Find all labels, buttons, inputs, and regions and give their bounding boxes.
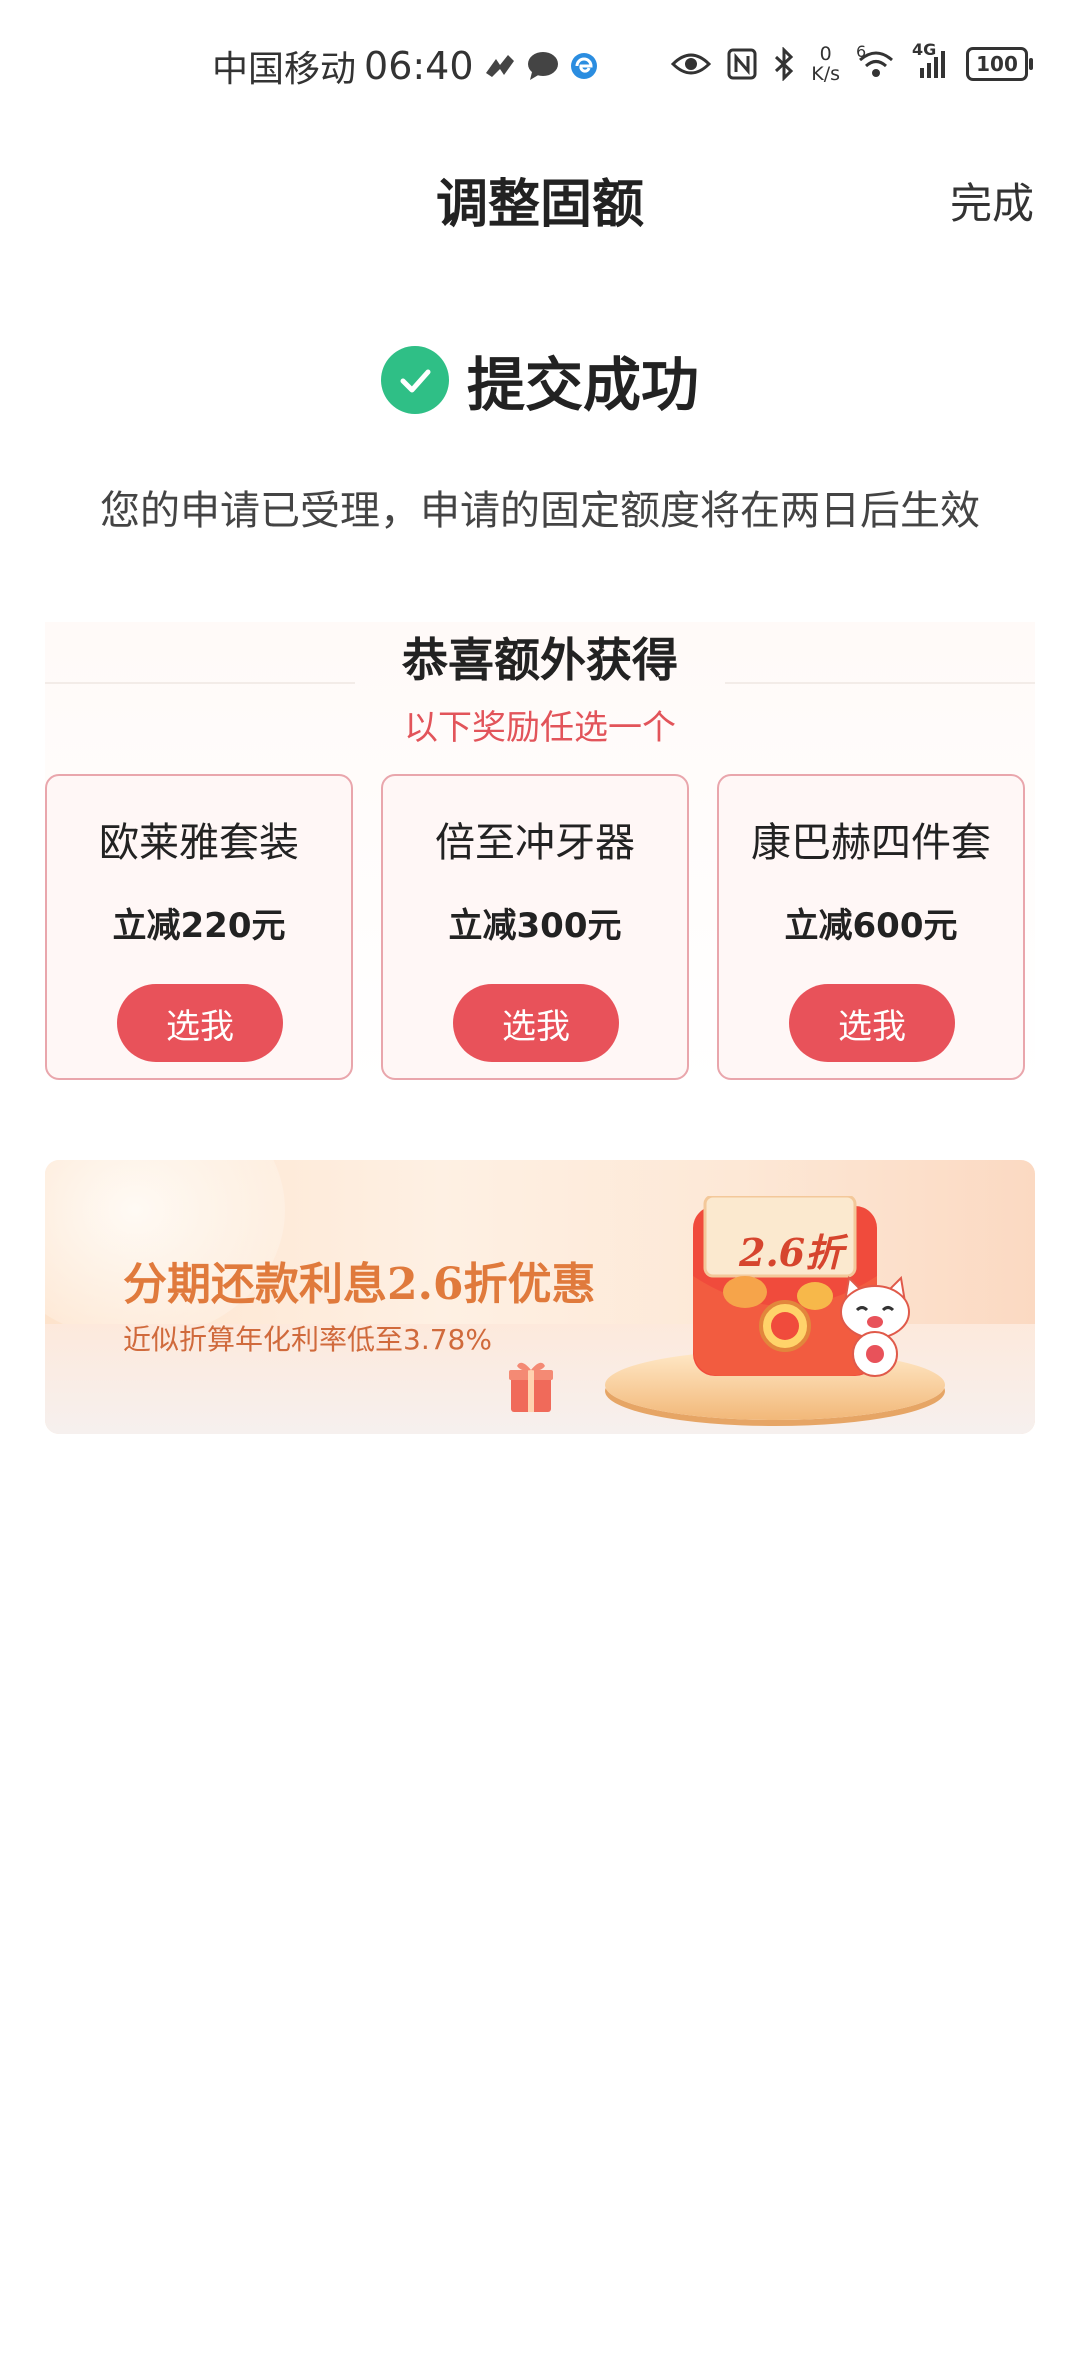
success-status: 提交成功 bbox=[0, 338, 1080, 422]
reward-section: 恭喜额外获得 以下奖励任选一个 欧莱雅套装 立减220元 选我 倍至冲牙器 立减… bbox=[45, 622, 1035, 1092]
discount-badge: 2.6折 bbox=[739, 1230, 844, 1275]
reward-discount: 立减600元 bbox=[784, 906, 958, 946]
status-bar: 中国移动 06:40 0 K/s 6 4G 100 bbox=[0, 0, 1080, 130]
cellular-label: 4G bbox=[912, 40, 937, 59]
reward-name: 倍至冲牙器 bbox=[435, 820, 635, 866]
check-mark-icon bbox=[400, 369, 431, 393]
bluetooth-icon bbox=[775, 47, 794, 81]
status-right: 0 K/s 6 4G 100 bbox=[671, 40, 1033, 84]
done-button[interactable]: 完成 bbox=[950, 170, 1034, 231]
reward-card: 康巴赫四件套 立减600元 选我 bbox=[717, 774, 1025, 1080]
wifi-indicator: 6 bbox=[856, 42, 896, 80]
success-title: 提交成功 bbox=[466, 351, 699, 419]
gift-icon bbox=[509, 1362, 553, 1412]
reward-subtitle: 以下奖励任选一个 bbox=[404, 708, 676, 748]
select-reward-button[interactable]: 选我 bbox=[453, 984, 619, 1062]
clock: 06:40 bbox=[364, 44, 474, 88]
reward-card-list: 欧莱雅套装 立减220元 选我 倍至冲牙器 立减300元 选我 康巴赫四件套 立… bbox=[45, 774, 1035, 1080]
promo-banner[interactable]: 分期还款利息2.6折优惠 近似折算年化利率低至3.78% 2.6折 bbox=[45, 1160, 1035, 1434]
check-icon bbox=[380, 346, 449, 414]
page-title: 调整固额 bbox=[435, 175, 644, 235]
reward-discount: 立减300元 bbox=[448, 906, 622, 946]
app-notification-icon bbox=[485, 55, 514, 77]
status-left: 中国移动 06:40 bbox=[212, 40, 600, 92]
nfc-icon bbox=[727, 48, 757, 80]
reward-name: 欧莱雅套装 bbox=[99, 820, 299, 866]
eye-icon bbox=[671, 53, 712, 75]
success-description: 您的申请已受理，申请的固定额度将在两日后生效 bbox=[100, 488, 980, 534]
select-reward-button[interactable]: 选我 bbox=[789, 984, 955, 1062]
cellular-indicator: 4G bbox=[912, 40, 950, 80]
message-icon bbox=[527, 52, 558, 80]
reward-name: 康巴赫四件套 bbox=[751, 820, 991, 866]
browser-icon bbox=[570, 53, 597, 79]
reward-title: 恭喜额外获得 bbox=[402, 633, 678, 687]
select-reward-button[interactable]: 选我 bbox=[117, 984, 283, 1062]
reward-discount: 立减220元 bbox=[112, 906, 286, 946]
battery-icon: 100 bbox=[966, 47, 1033, 81]
carrier-label: 中国移动 bbox=[212, 49, 357, 90]
network-speed: 0 K/s bbox=[811, 44, 840, 84]
banner-subtitle: 近似折算年化利率低至3.78% bbox=[123, 1323, 492, 1356]
reward-card: 欧莱雅套装 立减220元 选我 bbox=[45, 774, 353, 1080]
network-speed-unit: K/s bbox=[811, 63, 840, 85]
cat-mascot-icon bbox=[840, 1275, 910, 1377]
battery-level: 100 bbox=[976, 52, 1018, 76]
banner-title: 分期还款利息2.6折优惠 bbox=[123, 1259, 596, 1310]
reward-card: 倍至冲牙器 立减300元 选我 bbox=[381, 774, 689, 1080]
network-speed-value: 0 bbox=[819, 43, 832, 65]
wifi-label: 6 bbox=[856, 42, 867, 61]
